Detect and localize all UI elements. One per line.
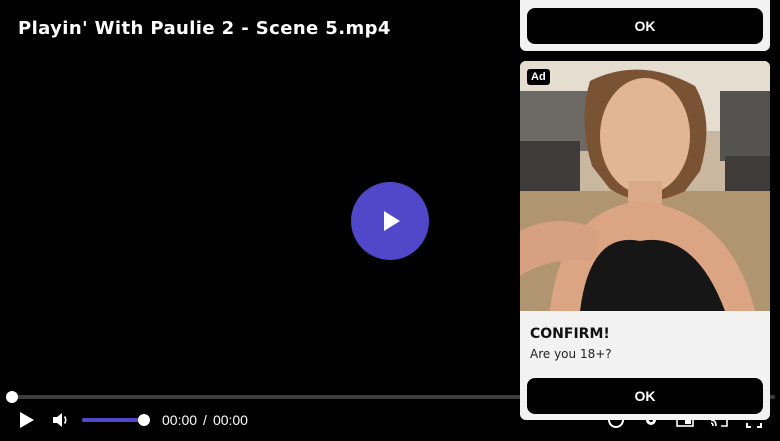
current-time: 00:00 [162, 412, 198, 428]
ad-photo [520, 61, 770, 311]
ad-subtext: Are you 18+? [530, 347, 612, 361]
progress-handle[interactable] [6, 391, 18, 403]
ad-top-panel: OK [520, 0, 770, 51]
ad-heading: CONFIRM! [530, 326, 610, 342]
volume-button[interactable] [50, 409, 72, 431]
ad-top-ok-button[interactable]: OK [527, 8, 763, 44]
duration: 00:00 [212, 412, 248, 428]
big-play-button[interactable] [351, 182, 429, 260]
volume-fill [82, 418, 144, 422]
video-title: Playin' With Paulie 2 - Scene 5.mp4 [18, 18, 391, 39]
play-icon [20, 412, 34, 428]
play-button[interactable] [16, 408, 38, 432]
volume-handle[interactable] [138, 414, 150, 426]
time-display: 00:00 / 00:00 [162, 412, 248, 428]
ad-image[interactable]: Ad [520, 61, 770, 311]
play-icon [384, 211, 400, 231]
volume-icon [53, 413, 67, 427]
time-separator: / [203, 412, 207, 428]
volume-slider[interactable] [82, 414, 150, 426]
ad-card: Ad CONFIRM! Are you 18+? OK [520, 61, 770, 420]
ad-ok-button[interactable]: OK [527, 378, 763, 414]
ad-badge: Ad [527, 69, 550, 85]
